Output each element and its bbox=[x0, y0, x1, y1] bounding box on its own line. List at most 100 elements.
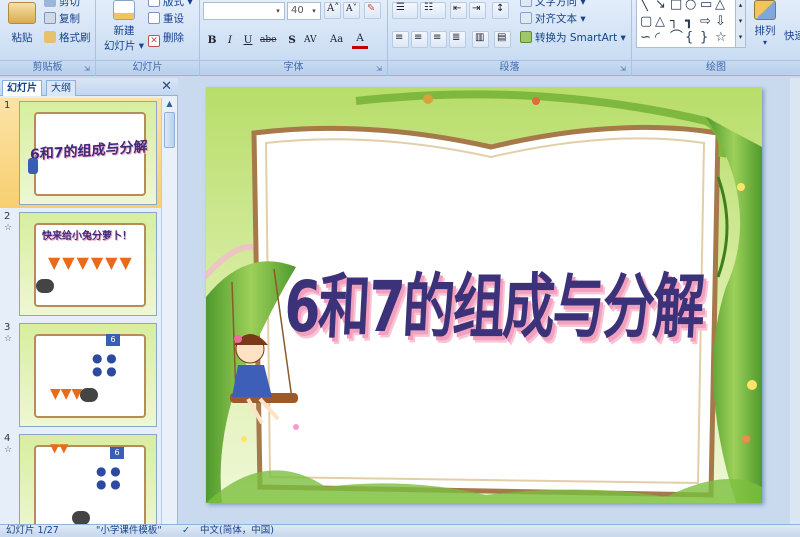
rounded-rect-shape-icon[interactable]: ▢ bbox=[640, 15, 652, 29]
text-direction-icon bbox=[520, 0, 532, 7]
clipboard-group-label: 剪贴板 bbox=[0, 60, 95, 74]
elbow-arrow-icon[interactable]: ┓ bbox=[685, 15, 693, 29]
gallery-scroll-icon[interactable]: ▴ ▾ ▾ bbox=[735, 0, 745, 47]
text-direction-button[interactable]: 文字方向 ▾ bbox=[520, 0, 586, 10]
slide-thumbnail-1[interactable]: 1 6和7的组成与分解 bbox=[0, 98, 162, 208]
clipboard-launcher-icon[interactable]: ⇲ bbox=[84, 65, 92, 73]
shrink-font-icon[interactable]: A˅ bbox=[343, 2, 360, 19]
decrease-indent-icon[interactable]: ⇤ bbox=[450, 2, 467, 19]
triangle-shape-icon[interactable]: △ bbox=[715, 0, 725, 12]
arrow-shape-icon[interactable]: ↘ bbox=[655, 0, 666, 12]
close-icon[interactable]: ✕ bbox=[161, 79, 172, 94]
left-brace-icon[interactable]: { bbox=[685, 31, 693, 45]
cut-button[interactable]: 剪切 bbox=[44, 0, 80, 10]
align-left-icon[interactable]: ≡ bbox=[392, 31, 409, 48]
star-shape-icon[interactable]: ☆ bbox=[715, 31, 727, 45]
right-brace-icon[interactable]: } bbox=[700, 31, 708, 45]
reset-icon bbox=[148, 12, 160, 24]
elbow-connector-icon[interactable]: ┐ bbox=[670, 15, 678, 29]
line-shape-icon[interactable]: ╲ bbox=[640, 0, 648, 12]
paragraph-launcher-icon[interactable]: ⇲ bbox=[620, 65, 628, 73]
paste-button[interactable]: 粘贴 bbox=[4, 2, 40, 45]
rabbit-icon bbox=[36, 279, 54, 293]
copy-icon bbox=[44, 12, 56, 24]
align-right-icon[interactable]: ≡ bbox=[430, 31, 447, 48]
strikethrough-button[interactable]: abe bbox=[258, 31, 278, 49]
columns-icon[interactable]: ▥ bbox=[472, 31, 489, 48]
ribbon: 粘贴 剪切 复制 格式刷 剪贴板 ⇲ 新建 幻灯片 ▾ 版式 ▾ 重设 ✕ 删除 … bbox=[0, 0, 800, 76]
distribute-icon[interactable]: ▤ bbox=[494, 31, 511, 48]
flower bbox=[293, 424, 299, 430]
slide-thumbnail-4[interactable]: 4 ☆ 6 ● ● ● ● ▼▼ bbox=[0, 431, 162, 524]
spellcheck-icon[interactable]: ✓ bbox=[182, 525, 190, 537]
increase-indent-icon[interactable]: ⇥ bbox=[469, 2, 486, 19]
copy-button[interactable]: 复制 bbox=[44, 11, 80, 27]
font-group-label: 字体 bbox=[200, 60, 387, 74]
slide-thumbnail-2[interactable]: 2 ☆ 快来给小兔分萝卜！ ▼▼▼▼▼▼ bbox=[0, 209, 162, 319]
thumbnail-image: 快来给小兔分萝卜！ ▼▼▼▼▼▼ bbox=[19, 212, 157, 316]
dropdown-arrow-icon[interactable]: ▾ bbox=[273, 4, 283, 18]
delete-slide-button[interactable]: ✕ 删除 bbox=[148, 30, 184, 47]
tab-slides[interactable]: 幻灯片 bbox=[2, 80, 42, 96]
dropdown-arrow-icon[interactable]: ▾ bbox=[309, 4, 319, 18]
layout-icon bbox=[148, 0, 160, 7]
reset-button[interactable]: 重设 bbox=[148, 11, 184, 27]
clear-format-icon[interactable]: ✎ bbox=[364, 2, 381, 19]
shapes-gallery[interactable]: ╲ ↘ □ ○ ▭ △ ▢ △ ┐ ┓ ⇨ ⇩ ∽ ◜ ⌒ { } ☆ ▴ ▾ ▾ bbox=[636, 0, 746, 48]
paragraph-group-label: 段落 bbox=[388, 60, 631, 74]
character-spacing-button[interactable]: AV bbox=[302, 31, 319, 49]
animation-star-icon: ☆ bbox=[4, 445, 13, 455]
italic-button[interactable]: I bbox=[222, 31, 238, 49]
smartart-icon bbox=[520, 31, 532, 43]
font-size-field[interactable]: 40 ▾ bbox=[287, 2, 321, 20]
current-slide[interactable]: 6和7的组成与分解 bbox=[206, 87, 762, 503]
font-color-button[interactable]: A bbox=[352, 31, 368, 49]
justify-icon[interactable]: ≣ bbox=[449, 31, 466, 48]
grow-font-icon[interactable]: A˄ bbox=[324, 2, 341, 19]
change-case-button[interactable]: Aa bbox=[328, 31, 345, 49]
align-text-button[interactable]: 对齐文本 ▾ bbox=[520, 11, 586, 27]
font-launcher-icon[interactable]: ⇲ bbox=[376, 65, 384, 73]
font-name-field[interactable]: ▾ bbox=[203, 2, 285, 20]
thumbnail-image: 6 ● ● ● ● ▼▼ bbox=[19, 434, 157, 524]
pane-scrollbar[interactable]: ▲ bbox=[161, 98, 177, 524]
slide-title[interactable]: 6和7的组成与分解 bbox=[261, 250, 726, 351]
bullets-icon[interactable]: ☰ bbox=[392, 2, 418, 19]
numbering-icon[interactable]: ☷ bbox=[420, 2, 446, 19]
align-center-icon[interactable]: ≡ bbox=[411, 31, 428, 48]
line-spacing-icon[interactable]: ↕ bbox=[492, 2, 509, 19]
brush-icon bbox=[44, 31, 56, 43]
new-slide-button[interactable]: 新建 幻灯片 ▾ bbox=[102, 0, 146, 53]
drawing-group-label: 绘图 bbox=[632, 60, 800, 74]
layout-button[interactable]: 版式 ▾ bbox=[148, 0, 193, 10]
textbox-shape-icon[interactable]: ▭ bbox=[700, 0, 712, 12]
down-arrow-shape-icon[interactable]: ⇩ bbox=[715, 15, 726, 29]
star-flower bbox=[742, 435, 750, 443]
bold-button[interactable]: B bbox=[204, 31, 220, 49]
font-group: ▾ 40 ▾ A˄ A˅ ✎ B I U abe S AV Aa A 字体 ⇲ bbox=[200, 0, 388, 76]
right-arrow-shape-icon[interactable]: ⇨ bbox=[700, 15, 711, 29]
language-indicator[interactable]: 中文(简体，中国) bbox=[200, 525, 274, 537]
editor-scrollbar[interactable] bbox=[790, 78, 800, 524]
underline-button[interactable]: U bbox=[240, 31, 256, 49]
format-painter-button[interactable]: 格式刷 bbox=[44, 30, 91, 46]
quick-styles-button[interactable]: 快速 bbox=[784, 28, 800, 44]
callout-shape-icon[interactable]: ◜ bbox=[655, 31, 660, 45]
scroll-up-icon[interactable]: ▲ bbox=[164, 99, 175, 111]
convert-smartart-button[interactable]: 转换为 SmartArt ▾ bbox=[520, 30, 626, 46]
slide-thumbnail-3[interactable]: 3 ☆ 6 ● ● ● ● ▼▼▼ bbox=[0, 320, 162, 430]
tab-outline[interactable]: 大纲 bbox=[46, 80, 76, 96]
triangle2-shape-icon[interactable]: △ bbox=[655, 15, 665, 29]
slide-thumbnails: 1 6和7的组成与分解 2 ☆ 快来给小兔分萝卜！ ▼▼▼▼▼▼ 3 ☆ 6 ●… bbox=[0, 98, 162, 524]
scissors-icon bbox=[44, 0, 56, 7]
scrollbar-thumb[interactable] bbox=[164, 112, 175, 148]
curve-shape-icon[interactable]: ∽ bbox=[640, 31, 651, 45]
rectangle-shape-icon[interactable]: □ bbox=[670, 0, 682, 12]
thumbnail-image: 6和7的组成与分解 bbox=[19, 101, 157, 205]
drawing-group: ╲ ↘ □ ○ ▭ △ ▢ △ ┐ ┓ ⇨ ⇩ ∽ ◜ ⌒ { } ☆ ▴ ▾ ▾ … bbox=[632, 0, 800, 76]
arrange-button[interactable]: 排列 ▾ bbox=[750, 0, 780, 47]
text-shadow-button[interactable]: S bbox=[284, 31, 300, 49]
oval-shape-icon[interactable]: ○ bbox=[685, 0, 696, 12]
slides-pane: 幻灯片 大纲 ✕ 1 6和7的组成与分解 2 ☆ 快来给小兔分萝卜！ ▼▼▼▼▼… bbox=[0, 78, 178, 524]
arc-shape-icon[interactable]: ⌒ bbox=[670, 31, 683, 45]
